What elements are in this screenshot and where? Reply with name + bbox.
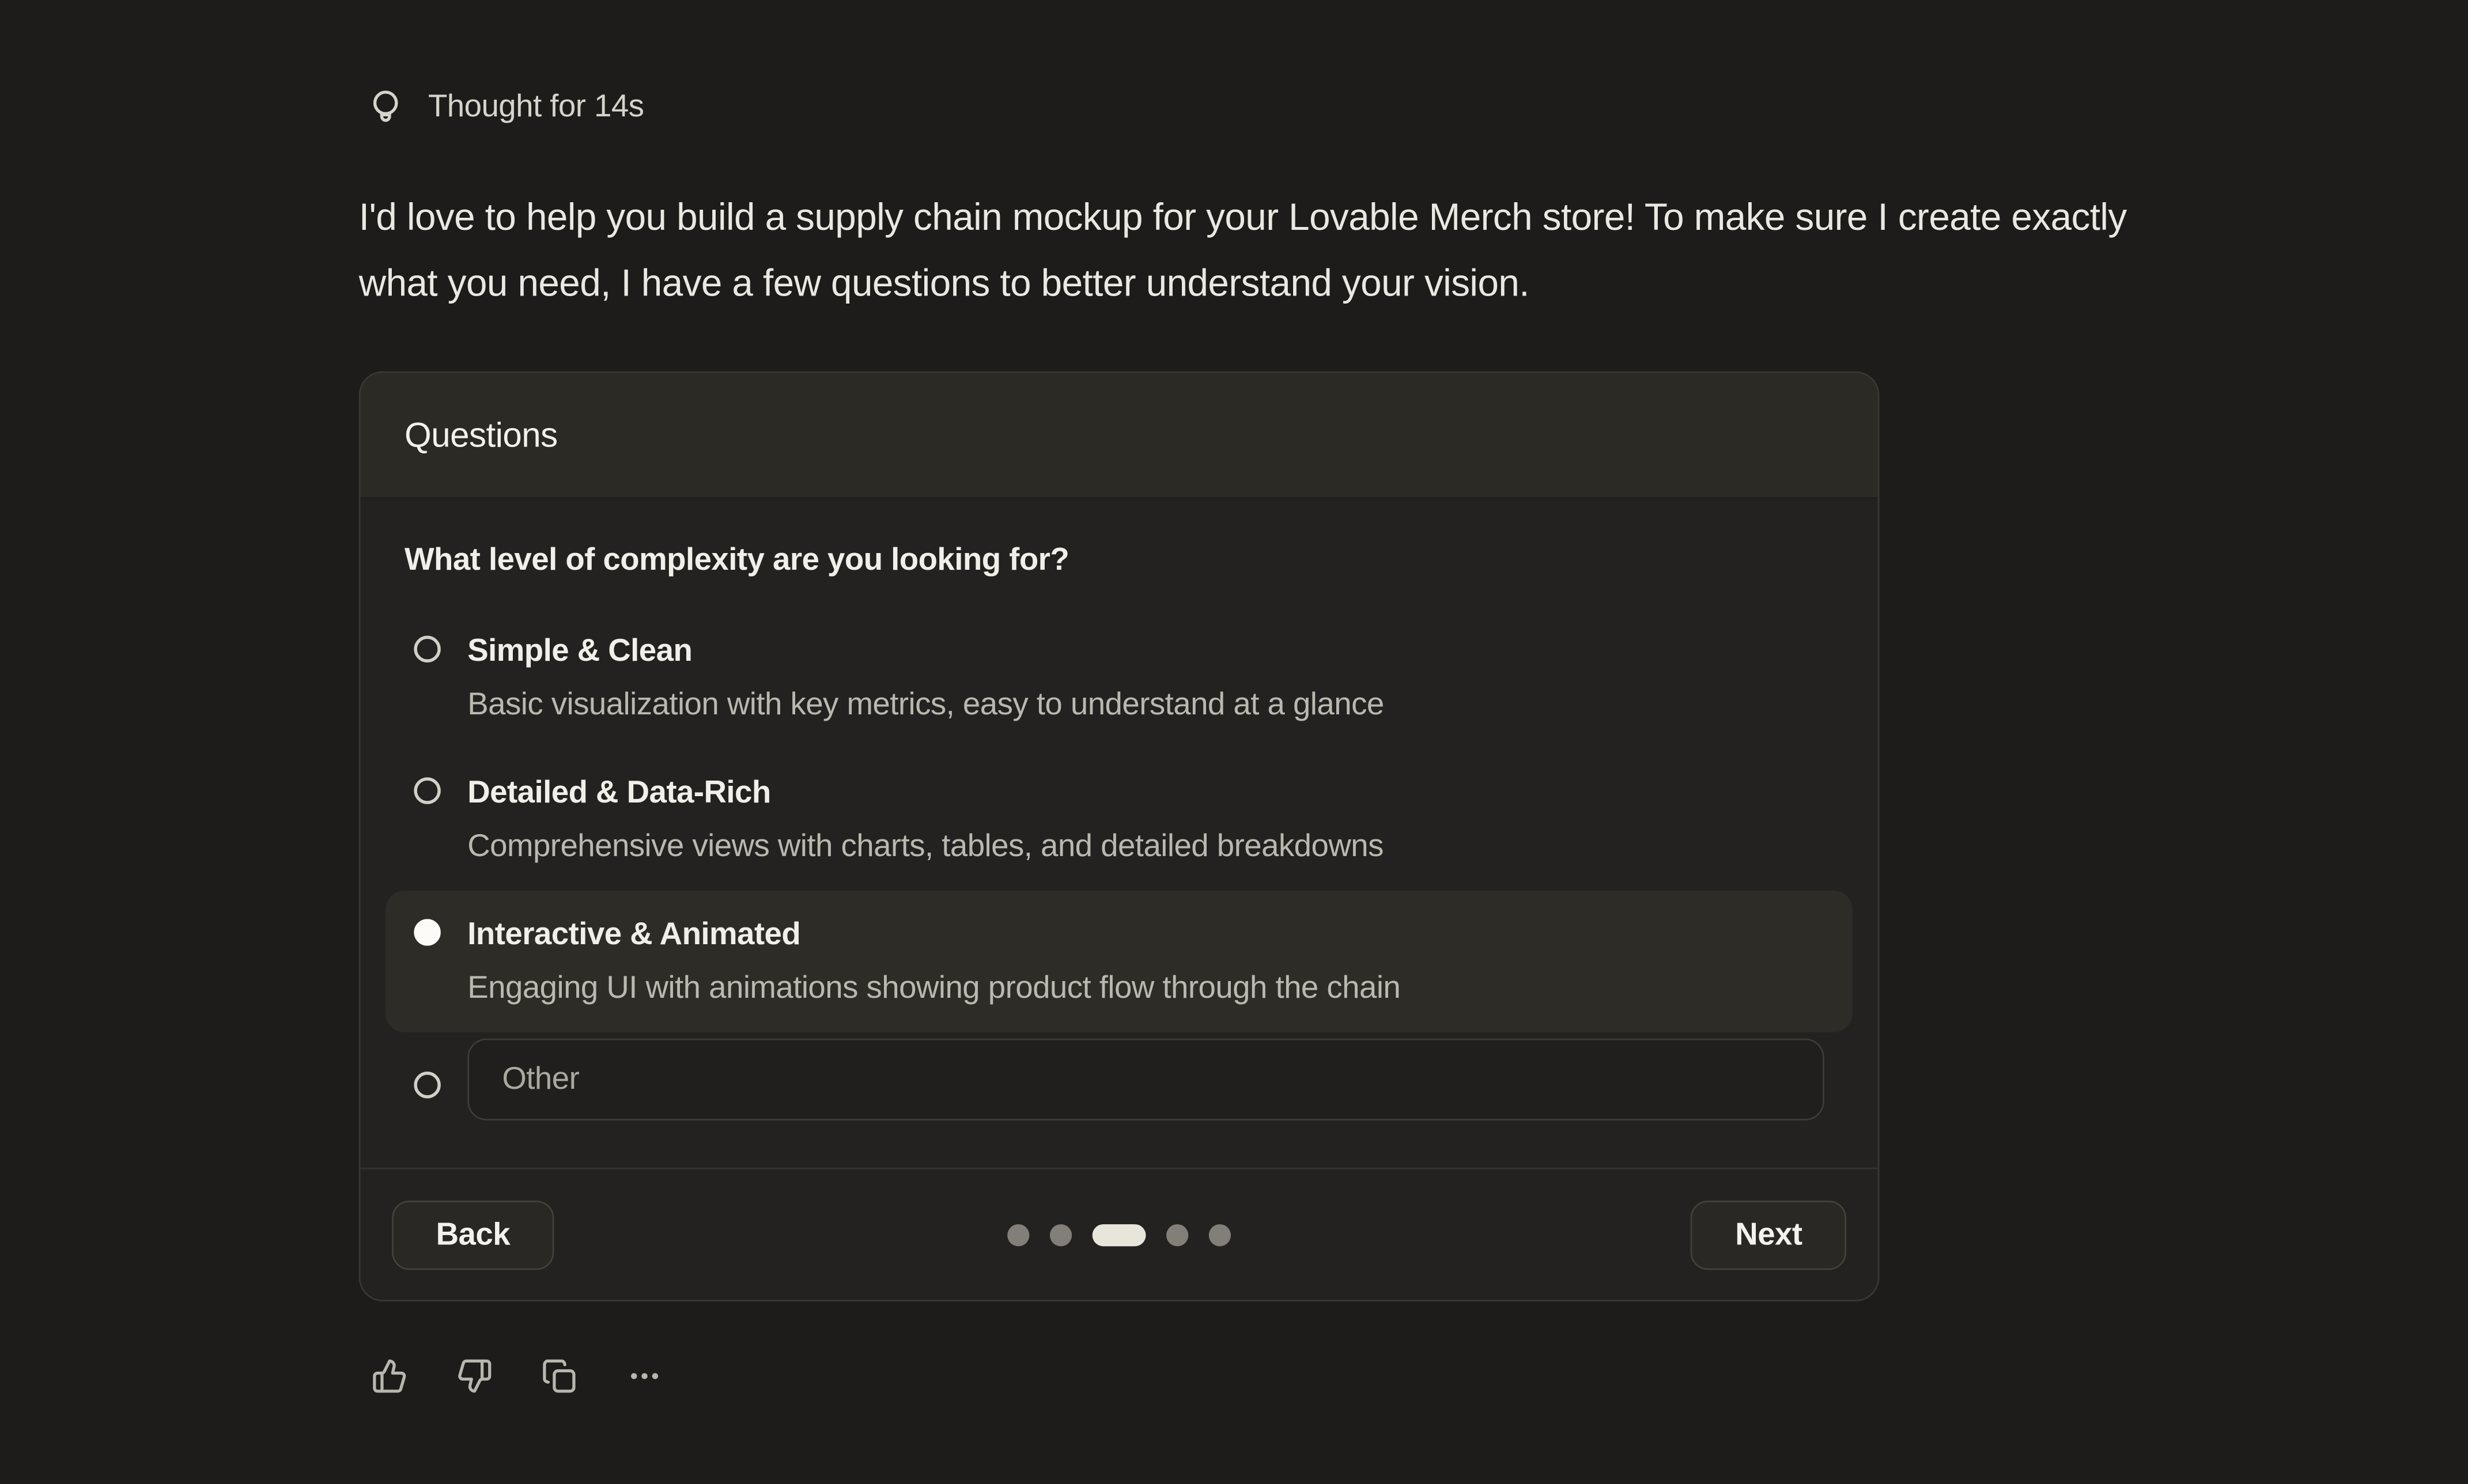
- thought-toggle[interactable]: Thought for 14s: [365, 86, 644, 127]
- pagination-dots: [1007, 1224, 1231, 1246]
- assistant-message: I'd love to help you build a supply chai…: [359, 186, 2209, 317]
- pagination-dot: [1050, 1224, 1072, 1246]
- next-button[interactable]: Next: [1691, 1201, 1846, 1270]
- card-body: What level of complexity are you looking…: [361, 499, 1878, 1142]
- option-interactive-animated[interactable]: Interactive & Animated Engaging UI with …: [385, 891, 1853, 1032]
- option-label: Detailed & Data-Rich: [467, 766, 1384, 820]
- copy-icon[interactable]: [542, 1358, 578, 1394]
- thumbs-up-icon[interactable]: [372, 1358, 408, 1394]
- option-simple-clean[interactable]: Simple & Clean Basic visualization with …: [385, 607, 1853, 749]
- pagination-dot-active: [1093, 1224, 1146, 1246]
- option-other: [385, 1032, 1853, 1120]
- other-input[interactable]: [467, 1039, 1824, 1120]
- option-description: Engaging UI with animations showing prod…: [467, 961, 1400, 1015]
- more-options-icon[interactable]: [626, 1358, 663, 1394]
- card-footer: Back Next: [361, 1168, 1878, 1300]
- radio-checked-icon[interactable]: [414, 919, 440, 945]
- pagination-dot: [1166, 1224, 1188, 1246]
- option-description: Comprehensive views with charts, tables,…: [467, 820, 1384, 873]
- option-label: Simple & Clean: [467, 624, 1384, 678]
- card-title: Questions: [361, 373, 1878, 499]
- message-actions: [372, 1358, 2468, 1394]
- thought-label: Thought for 14s: [428, 89, 644, 125]
- pagination-dot: [1007, 1224, 1029, 1246]
- lightbulb-icon: [365, 86, 406, 127]
- pagination-dot: [1209, 1224, 1231, 1246]
- radio-unchecked-icon[interactable]: [414, 777, 440, 804]
- option-description: Basic visualization with key metrics, ea…: [467, 678, 1384, 732]
- question-text: What level of complexity are you looking…: [405, 543, 1834, 579]
- option-detailed-data-rich[interactable]: Detailed & Data-Rich Comprehensive views…: [385, 749, 1853, 891]
- radio-unchecked-icon[interactable]: [414, 1072, 440, 1098]
- questions-card: Questions What level of complexity are y…: [359, 372, 1880, 1301]
- chat-view: Thought for 14s I'd love to help you bui…: [0, 0, 2468, 1484]
- radio-unchecked-icon[interactable]: [414, 636, 440, 662]
- option-label: Interactive & Animated: [467, 908, 1400, 961]
- back-button[interactable]: Back: [392, 1201, 554, 1270]
- thumbs-down-icon[interactable]: [456, 1358, 493, 1394]
